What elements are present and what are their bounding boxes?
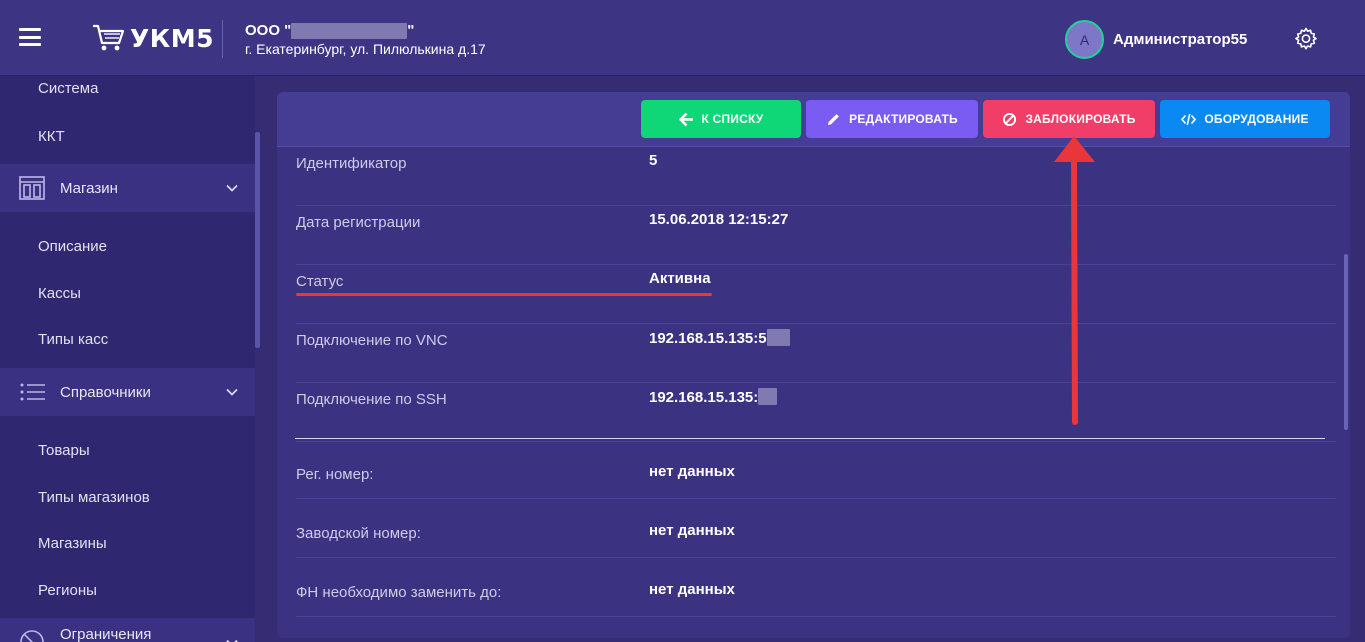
restriction-icon bbox=[20, 630, 44, 642]
redacted-port bbox=[758, 388, 778, 405]
sidebar-section-label: Магазин bbox=[60, 179, 118, 197]
sidebar-item-goods[interactable]: Товары bbox=[38, 442, 90, 459]
status-annotation-underline bbox=[296, 293, 712, 296]
detail-row-id: Идентификатор 5 bbox=[296, 147, 1336, 206]
avatar[interactable]: А bbox=[1065, 20, 1104, 59]
equipment-button[interactable]: ОБОРУДОВАНИЕ bbox=[1160, 100, 1330, 138]
sidebar-item-store-types[interactable]: Типы магазинов bbox=[38, 489, 150, 506]
detail-key: Подключение по VNC bbox=[296, 332, 448, 349]
header-divider bbox=[222, 20, 223, 58]
org-name: ООО " " bbox=[245, 22, 486, 39]
logo-text: УКМ5 bbox=[130, 23, 214, 53]
edit-label: РЕДАКТИРОВАТЬ bbox=[849, 112, 958, 126]
sidebar-section-label: Ограничения bbox=[60, 626, 152, 642]
fiscal-row-serial-number: Заводской номер: нет данных bbox=[296, 499, 1336, 558]
sidebar-item-kkt[interactable]: ККТ bbox=[38, 128, 65, 145]
fiscal-row-reg-number: Рег. номер: нет данных bbox=[296, 440, 1336, 499]
org-name-suffix: " bbox=[407, 22, 415, 39]
sidebar-item-registers[interactable]: Кассы bbox=[38, 285, 81, 302]
detail-row-vnc: Подключение по VNC 192.168.15.135:5 bbox=[296, 324, 1336, 383]
annotation-arrow bbox=[1054, 136, 1095, 425]
menu-icon[interactable] bbox=[19, 28, 41, 46]
username[interactable]: Администратор55 bbox=[1113, 31, 1247, 48]
user-menu[interactable]: А Администратор55 bbox=[1065, 20, 1247, 59]
detail-key: Подключение по SSH bbox=[296, 391, 447, 408]
detail-value: 5 bbox=[649, 152, 658, 169]
detail-value: 192.168.15.135: bbox=[649, 388, 778, 406]
sidebar-section-label: Справочники bbox=[60, 383, 151, 401]
chevron-down-icon bbox=[226, 639, 238, 642]
organization-info: ООО " " г. Екатеринбург, ул. Пилюлькина … bbox=[245, 22, 486, 57]
arrow-left-icon bbox=[678, 112, 693, 126]
detail-key: Идентификатор bbox=[296, 155, 407, 172]
code-icon bbox=[1181, 113, 1197, 125]
sidebar-item-system[interactable]: Система bbox=[38, 80, 98, 97]
ssh-address: 192.168.15.135: bbox=[649, 389, 759, 406]
sidebar-item-register-types[interactable]: Типы касс bbox=[38, 331, 108, 348]
fiscal-row-fn-replace: ФН необходимо заменить до: нет данных bbox=[296, 558, 1336, 617]
detail-key: Статус bbox=[296, 273, 344, 290]
detail-row-ssh: Подключение по SSH 192.168.15.135: bbox=[296, 383, 1336, 442]
device-details-card: К СПИСКУ РЕДАКТИРОВАТЬ ЗАБЛОКИРОВАТЬ ОБО… bbox=[277, 92, 1350, 638]
gear-icon[interactable] bbox=[1294, 27, 1318, 51]
detail-value: нет данных bbox=[649, 522, 735, 539]
detail-value: 15.06.2018 12:15:27 bbox=[649, 211, 789, 228]
section-divider bbox=[295, 438, 1325, 439]
detail-value: нет данных bbox=[649, 581, 735, 598]
sidebar-scrollbar[interactable] bbox=[255, 132, 260, 348]
back-to-list-label: К СПИСКУ bbox=[701, 112, 764, 126]
sidebar-section-references[interactable]: Справочники bbox=[0, 368, 255, 416]
block-icon bbox=[1003, 112, 1017, 126]
sidebar-section-store[interactable]: Магазин bbox=[0, 164, 255, 212]
detail-key: Заводской номер: bbox=[296, 525, 421, 542]
sidebar-item-description[interactable]: Описание bbox=[38, 238, 107, 255]
vnc-address: 192.168.15.135:5 bbox=[649, 330, 767, 347]
sidebar-item-regions[interactable]: Регионы bbox=[38, 582, 97, 599]
redacted-port bbox=[766, 329, 790, 346]
list-icon bbox=[20, 383, 45, 401]
sidebar: Система ККТ Магазин Описание Кассы Типы … bbox=[0, 76, 255, 642]
card-toolbar: К СПИСКУ РЕДАКТИРОВАТЬ ЗАБЛОКИРОВАТЬ ОБО… bbox=[277, 92, 1350, 147]
detail-row-registration-date: Дата регистрации 15.06.2018 12:15:27 bbox=[296, 206, 1336, 265]
store-icon bbox=[19, 176, 45, 200]
cart-icon bbox=[93, 24, 125, 51]
detail-value: нет данных bbox=[649, 463, 735, 480]
org-name-prefix: ООО " bbox=[245, 22, 292, 39]
detail-key: ФН необходимо заменить до: bbox=[296, 584, 502, 601]
back-to-list-button[interactable]: К СПИСКУ bbox=[641, 100, 801, 138]
content-scrollbar[interactable] bbox=[1344, 254, 1348, 430]
equipment-label: ОБОРУДОВАНИЕ bbox=[1204, 112, 1309, 126]
detail-value: 192.168.15.135:5 bbox=[649, 329, 790, 347]
org-address: г. Екатеринбург, ул. Пилюлькина д.17 bbox=[245, 41, 486, 57]
chevron-down-icon bbox=[226, 388, 238, 396]
sidebar-section-restrictions[interactable]: Ограничения bbox=[0, 618, 255, 642]
pencil-icon bbox=[828, 113, 840, 125]
block-label: ЗАБЛОКИРОВАТЬ bbox=[1025, 112, 1136, 126]
detail-key: Рег. номер: bbox=[296, 466, 374, 483]
chevron-down-icon bbox=[226, 184, 238, 192]
detail-key: Дата регистрации bbox=[296, 214, 421, 231]
redacted-org-name bbox=[291, 22, 408, 39]
logo[interactable]: УКМ5 bbox=[92, 22, 214, 54]
sidebar-item-stores[interactable]: Магазины bbox=[38, 535, 107, 552]
top-bar: УКМ5 ООО " " г. Екатеринбург, ул. Пилюль… bbox=[0, 0, 1365, 76]
status-value: Активна bbox=[649, 270, 711, 287]
edit-button[interactable]: РЕДАКТИРОВАТЬ bbox=[806, 100, 978, 138]
